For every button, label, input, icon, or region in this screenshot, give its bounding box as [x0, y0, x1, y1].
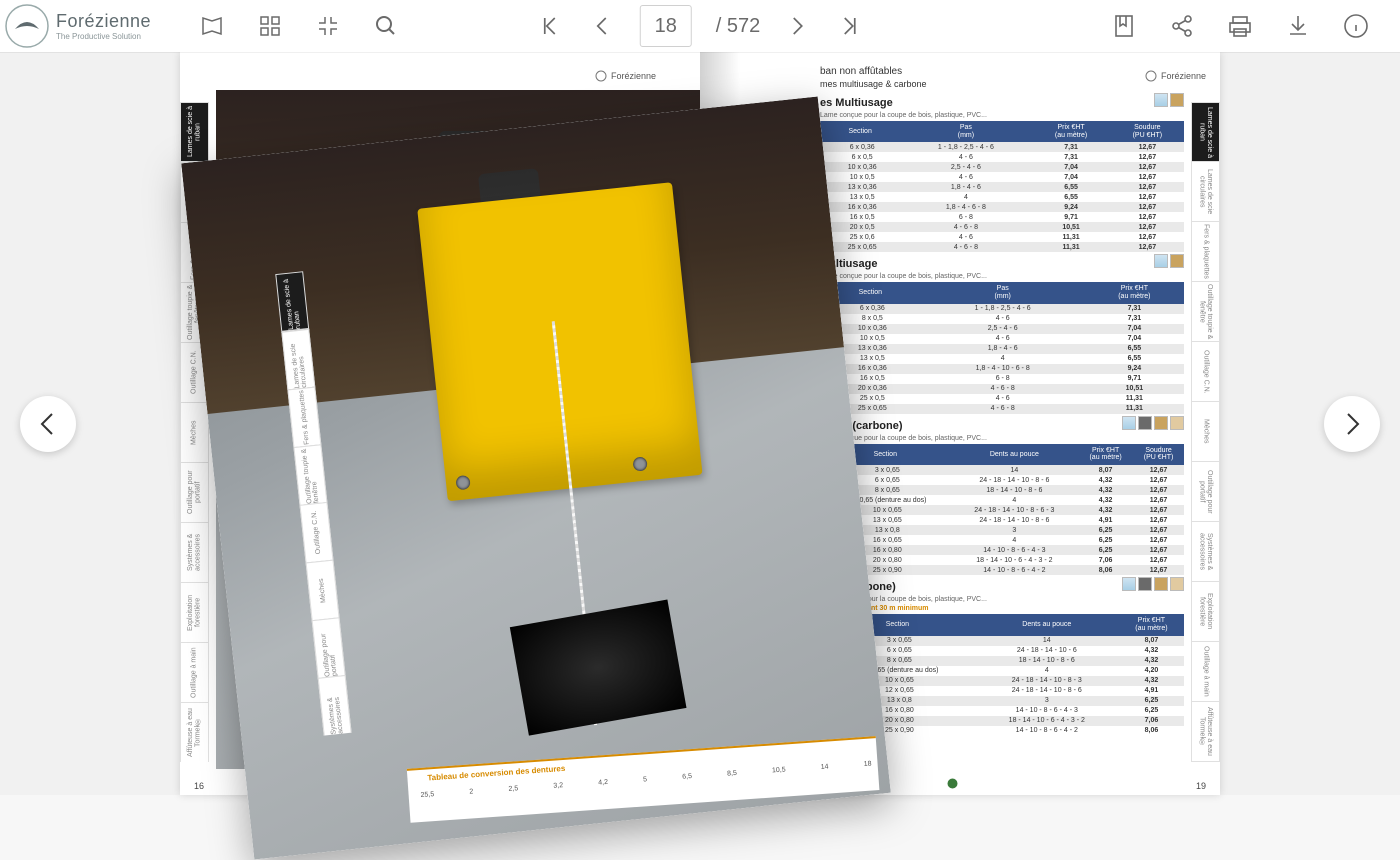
page-number-left: 16	[194, 781, 204, 791]
download-icon[interactable]	[1284, 12, 1312, 40]
next-page-icon[interactable]	[784, 12, 812, 40]
index-tab[interactable]: Lames de scie circulaires	[1191, 162, 1220, 222]
index-tab[interactable]: Exploitation forestière	[180, 582, 209, 642]
page-heading-1: ban non affûtables	[820, 66, 1184, 77]
index-tab[interactable]: Lames de scie à ruban	[180, 102, 209, 162]
first-page-icon[interactable]	[536, 12, 564, 40]
nav-next-button[interactable]	[1324, 396, 1380, 452]
index-tab[interactable]: Outillage à main	[180, 642, 209, 702]
index-tab[interactable]: Mèches	[180, 402, 209, 462]
index-tab[interactable]: Outillage pour portatif	[180, 462, 209, 522]
index-tab[interactable]: Affûteuse à eau Tormek®	[180, 702, 209, 762]
page-heading-2: mes multiusage & carbone	[820, 79, 1184, 89]
index-tab[interactable]: Fers & plaquettes	[1191, 222, 1220, 282]
print-icon[interactable]	[1226, 12, 1254, 40]
page-number-right: 19	[1196, 781, 1206, 791]
index-tab[interactable]: Systèmes & accessoires	[1191, 522, 1220, 582]
search-icon[interactable]	[372, 12, 400, 40]
brand-name: Forézienne	[56, 11, 151, 32]
page-total: / 572	[716, 15, 760, 38]
index-tab[interactable]: Lames de scie à ruban	[1191, 102, 1220, 162]
info-icon[interactable]	[1342, 12, 1370, 40]
index-tab[interactable]: Systèmes & accessoires	[180, 522, 209, 582]
share-icon[interactable]	[1168, 12, 1196, 40]
index-tab[interactable]: Outillage à main	[1191, 642, 1220, 702]
brand-tagline: The Productive Solution	[56, 32, 151, 41]
index-tab[interactable]: Mèches	[1191, 402, 1220, 462]
index-tab[interactable]: Outillage toupie & fenêtre	[1191, 282, 1220, 342]
index-tab[interactable]: Affûteuse à eau Tormek®	[1191, 702, 1220, 762]
right-index-tabs: Lames de scie à rubanLames de scie circu…	[1191, 102, 1220, 762]
thumbnails-icon[interactable]	[256, 12, 284, 40]
section-carbone-1: t bois (carbone) Lame conçue pour la cou…	[820, 420, 1184, 575]
eco-logo	[947, 778, 958, 789]
flipping-page: Lames de scie à rubanLames de scie circu…	[181, 96, 891, 859]
last-page-icon[interactable]	[836, 12, 864, 40]
page-input[interactable]	[640, 5, 692, 47]
bookmark-icon[interactable]	[1110, 12, 1138, 40]
viewer-stage: Lames de scie à rubanLames de scie circu…	[0, 52, 1400, 795]
page-brand: Forézienne	[595, 70, 656, 82]
index-tab[interactable]: Outillage C.N.	[1191, 342, 1220, 402]
index-tab[interactable]: Exploitation forestière	[1191, 582, 1220, 642]
toolbar: ForézienneThe Productive Solution / 572	[0, 0, 1400, 52]
nav-prev-button[interactable]	[20, 396, 76, 452]
section-multiusage-2: Multiusage Lame conçue pour la coupe de …	[820, 258, 1184, 413]
prev-page-icon[interactable]	[588, 12, 616, 40]
brand-logo[interactable]: ForézienneThe Productive Solution	[0, 2, 170, 50]
index-tab[interactable]: Outillage pour portatif	[1191, 462, 1220, 522]
fullscreen-exit-icon[interactable]	[314, 12, 342, 40]
book-view-icon[interactable]	[198, 12, 226, 40]
section-multiusage-1: es Multiusage Lame conçue pour la coupe …	[820, 97, 1184, 252]
